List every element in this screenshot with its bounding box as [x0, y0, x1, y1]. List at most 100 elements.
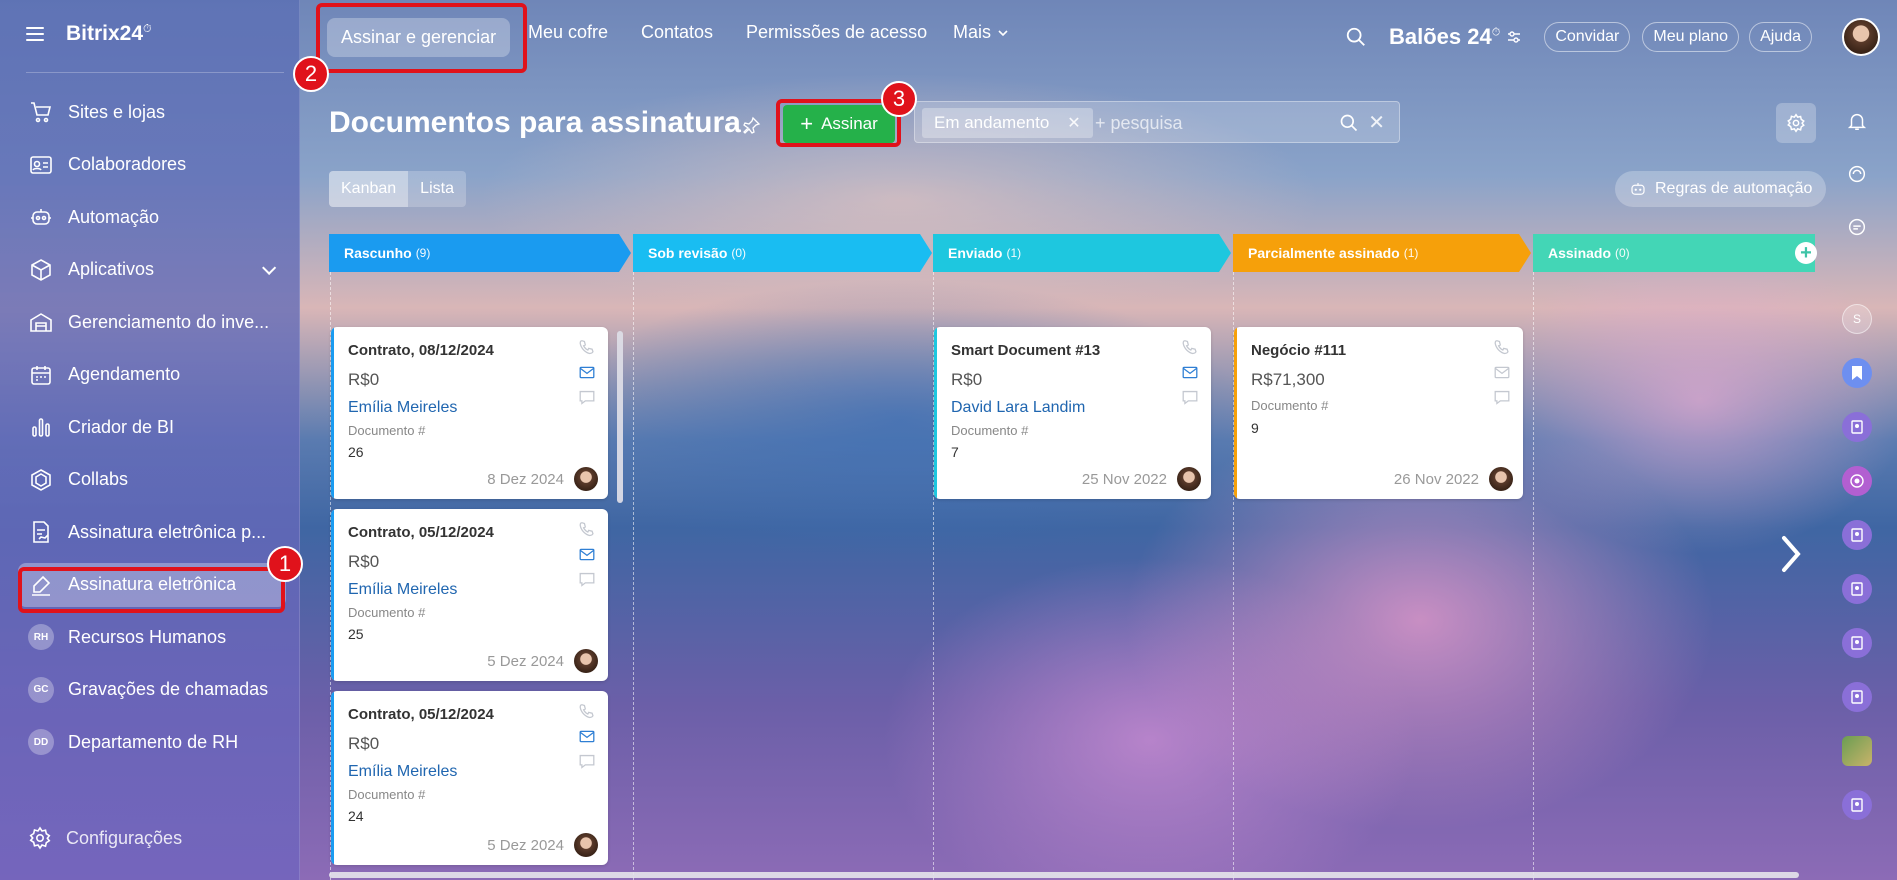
page-settings-button[interactable] — [1776, 103, 1816, 143]
kanban-card[interactable]: Smart Document #13 R$0 David Lara Landim… — [934, 327, 1211, 499]
tab-contacts[interactable]: Contatos — [641, 22, 713, 43]
view-kanban-button[interactable]: Kanban — [329, 171, 409, 207]
chat-icon[interactable] — [578, 753, 596, 770]
clear-icon[interactable]: ✕ — [1368, 110, 1385, 135]
avatar[interactable] — [574, 467, 598, 491]
phone-icon[interactable] — [578, 521, 596, 538]
kanban-card[interactable]: Contrato, 08/12/2024 R$0 Emília Meireles… — [331, 327, 608, 499]
settings-sliders-icon[interactable] — [1506, 29, 1522, 45]
card-doc-number: 26 — [348, 444, 364, 460]
sidebar-item-collabs[interactable]: Collabs — [18, 458, 286, 502]
kanban-card[interactable]: Negócio #111 R$71,300 Documento # 9 26 N… — [1234, 327, 1523, 499]
horizontal-scrollbar[interactable] — [329, 872, 1799, 878]
chevron-right-icon[interactable] — [1776, 534, 1806, 574]
add-column-button[interactable]: + — [1795, 242, 1817, 264]
email-icon[interactable] — [578, 546, 596, 563]
user-avatar-s[interactable]: S — [1842, 304, 1872, 334]
chat-icon[interactable] — [1493, 389, 1511, 406]
tab-more[interactable]: Mais — [953, 22, 1009, 43]
sidebar-item-sites[interactable]: Sites e lojas — [18, 90, 286, 134]
card-contact-link[interactable]: Emília Meireles — [348, 581, 457, 599]
column-header-partially-signed[interactable]: Parcialmente assinado (1) — [1233, 234, 1531, 272]
phone-icon[interactable] — [1493, 339, 1511, 356]
sidebar-item-apps[interactable]: Aplicativos — [18, 248, 286, 292]
portal-name[interactable]: Balões 24⏱ — [1389, 24, 1500, 50]
sidebar-item-automation[interactable]: Automação — [18, 195, 286, 239]
card-title[interactable]: Contrato, 08/12/2024 — [348, 342, 494, 359]
email-icon[interactable] — [578, 728, 596, 745]
card-contact-link[interactable]: Emília Meireles — [348, 399, 457, 417]
contact-card-icon[interactable] — [1842, 520, 1872, 550]
view-list-button[interactable]: Lista — [408, 171, 466, 207]
contact-card-icon[interactable] — [1842, 682, 1872, 712]
card-contact-link[interactable]: Emília Meireles — [348, 763, 457, 781]
sidebar-item-call-recordings[interactable]: GC Gravações de chamadas — [18, 668, 286, 712]
phone-icon[interactable] — [578, 339, 596, 356]
user-avatar[interactable] — [1842, 18, 1880, 56]
sidebar-item-scheduling[interactable]: Agendamento — [18, 353, 286, 397]
chat-icon[interactable] — [578, 571, 596, 588]
column-header-review[interactable]: Sob revisão (0) — [633, 234, 932, 272]
phone-icon[interactable] — [1181, 339, 1199, 356]
avatar[interactable] — [574, 649, 598, 673]
my-plan-button[interactable]: Meu plano — [1642, 22, 1740, 52]
phone-icon[interactable] — [578, 703, 596, 720]
kanban-card[interactable]: Contrato, 05/12/2024 R$0 Emília Meireles… — [331, 691, 608, 865]
avatar[interactable] — [1489, 467, 1513, 491]
tab-sign-manage[interactable]: Assinar e gerenciar — [327, 18, 511, 57]
sync-icon[interactable] — [1842, 159, 1872, 189]
sidebar-item-bi-builder[interactable]: Criador de BI — [18, 405, 286, 449]
sidebar-item-employees[interactable]: Colaboradores — [18, 143, 286, 187]
search-input[interactable]: + pesquisa — [1095, 113, 1183, 134]
column-scrollbar[interactable] — [617, 331, 623, 503]
menu-icon[interactable] — [26, 27, 44, 41]
column-header-draft[interactable]: Rascunho (9) — [329, 234, 631, 272]
avatar[interactable] — [574, 833, 598, 857]
avatar: RH — [28, 624, 54, 650]
bookmark-icon[interactable] — [1842, 358, 1872, 388]
email-icon[interactable] — [578, 364, 596, 381]
app-logo[interactable]: Bitrix24⏱ — [66, 22, 152, 46]
email-icon[interactable] — [1493, 364, 1511, 381]
sign-button[interactable]: + Assinar — [783, 105, 895, 143]
tab-my-vault[interactable]: Meu cofre — [528, 22, 608, 43]
tab-access-permissions[interactable]: Permissões de acesso — [746, 22, 927, 43]
automation-rules-button[interactable]: Regras de automação — [1615, 171, 1827, 207]
avatar[interactable] — [1177, 467, 1201, 491]
bell-icon[interactable] — [1842, 106, 1872, 136]
contact-card-icon[interactable] — [1842, 412, 1872, 442]
kanban-card[interactable]: Contrato, 05/12/2024 R$0 Emília Meireles… — [331, 509, 608, 681]
sidebar-item-hr-department[interactable]: DD Departamento de RH — [18, 720, 286, 764]
target-icon[interactable] — [1842, 466, 1872, 496]
card-title[interactable]: Contrato, 05/12/2024 — [348, 706, 494, 723]
card-contact-link[interactable]: David Lara Landim — [951, 399, 1085, 417]
sidebar-item-hr[interactable]: RH Recursos Humanos — [18, 615, 286, 659]
help-button[interactable]: Ajuda — [1749, 22, 1812, 52]
card-actions — [578, 339, 598, 406]
sidebar-item-settings[interactable]: Configurações — [28, 826, 182, 850]
search-icon[interactable] — [1339, 113, 1359, 133]
chat-bubble-icon[interactable] — [1842, 212, 1872, 242]
contact-card-icon[interactable] — [1842, 790, 1872, 820]
contact-card-icon[interactable] — [1842, 628, 1872, 658]
chat-icon[interactable] — [1181, 389, 1199, 406]
filter-search-box[interactable]: Em andamento ✕ + pesquisa ✕ — [914, 101, 1400, 143]
chevron-down-icon[interactable] — [262, 260, 277, 275]
invite-button[interactable]: Convidar — [1544, 22, 1631, 52]
contact-card-icon[interactable] — [1842, 574, 1872, 604]
filter-chip[interactable]: Em andamento ✕ — [922, 108, 1093, 138]
group-avatar[interactable] — [1842, 736, 1872, 766]
card-title[interactable]: Contrato, 05/12/2024 — [348, 524, 494, 541]
search-icon[interactable] — [1345, 26, 1367, 48]
column-header-signed[interactable]: Assinado (0) — [1533, 234, 1815, 272]
sidebar-item-inventory[interactable]: Gerenciamento do inve... — [18, 300, 286, 344]
chat-icon[interactable] — [578, 389, 596, 406]
sidebar-item-esign[interactable]: Assinatura eletrônica — [18, 562, 286, 607]
close-icon[interactable]: ✕ — [1067, 113, 1080, 133]
card-title[interactable]: Negócio #111 — [1251, 342, 1346, 359]
pin-icon[interactable] — [741, 116, 761, 136]
sidebar-item-esign-hr[interactable]: Assinatura eletrônica p... — [18, 510, 286, 554]
card-title[interactable]: Smart Document #13 — [951, 342, 1100, 359]
email-icon[interactable] — [1181, 364, 1199, 381]
column-header-sent[interactable]: Enviado (1) — [933, 234, 1231, 272]
